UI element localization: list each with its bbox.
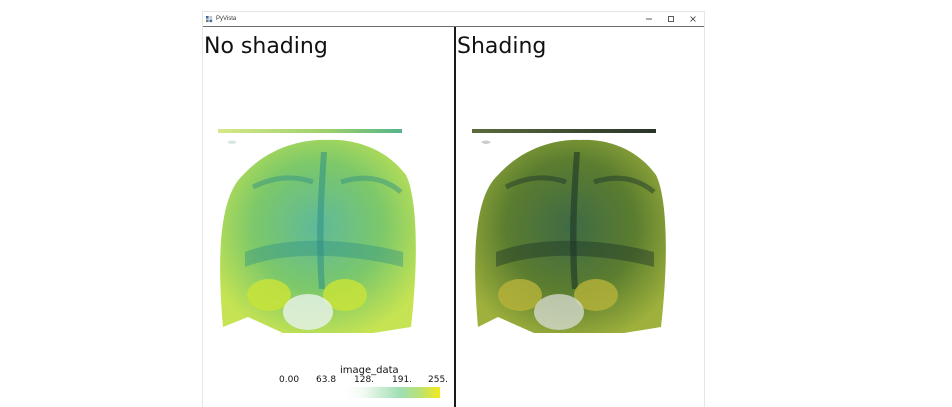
volume-render-unshaded	[218, 129, 416, 333]
maximize-icon	[668, 16, 674, 22]
close-icon	[690, 16, 696, 22]
volume-render-shaded	[472, 129, 666, 333]
viewport-shading[interactable]: Shading	[456, 27, 704, 407]
minimize-button[interactable]	[638, 12, 660, 26]
viewport-no-shading[interactable]: No shading image_data 0.00 63.8 128. 191…	[203, 27, 454, 407]
window-title: PyVista	[216, 16, 237, 22]
scalar-bar-colormap	[346, 387, 440, 398]
scalar-bar-tick: 191.	[392, 375, 413, 385]
scalar-bar-tick: 0.00	[279, 375, 300, 385]
minimize-icon	[646, 18, 652, 20]
scalar-bar-tick: 128.	[354, 375, 375, 385]
scalar-bar-tick: 63.8	[316, 375, 337, 385]
pyvista-window: PyVista No shading image_data 0.00 63.8 …	[203, 12, 704, 407]
close-button[interactable]	[682, 12, 704, 26]
scalar-bar-tick: 255.	[428, 375, 449, 385]
pyvista-icon	[206, 15, 213, 22]
maximize-button[interactable]	[660, 12, 682, 26]
title-bar[interactable]: PyVista	[203, 12, 704, 27]
